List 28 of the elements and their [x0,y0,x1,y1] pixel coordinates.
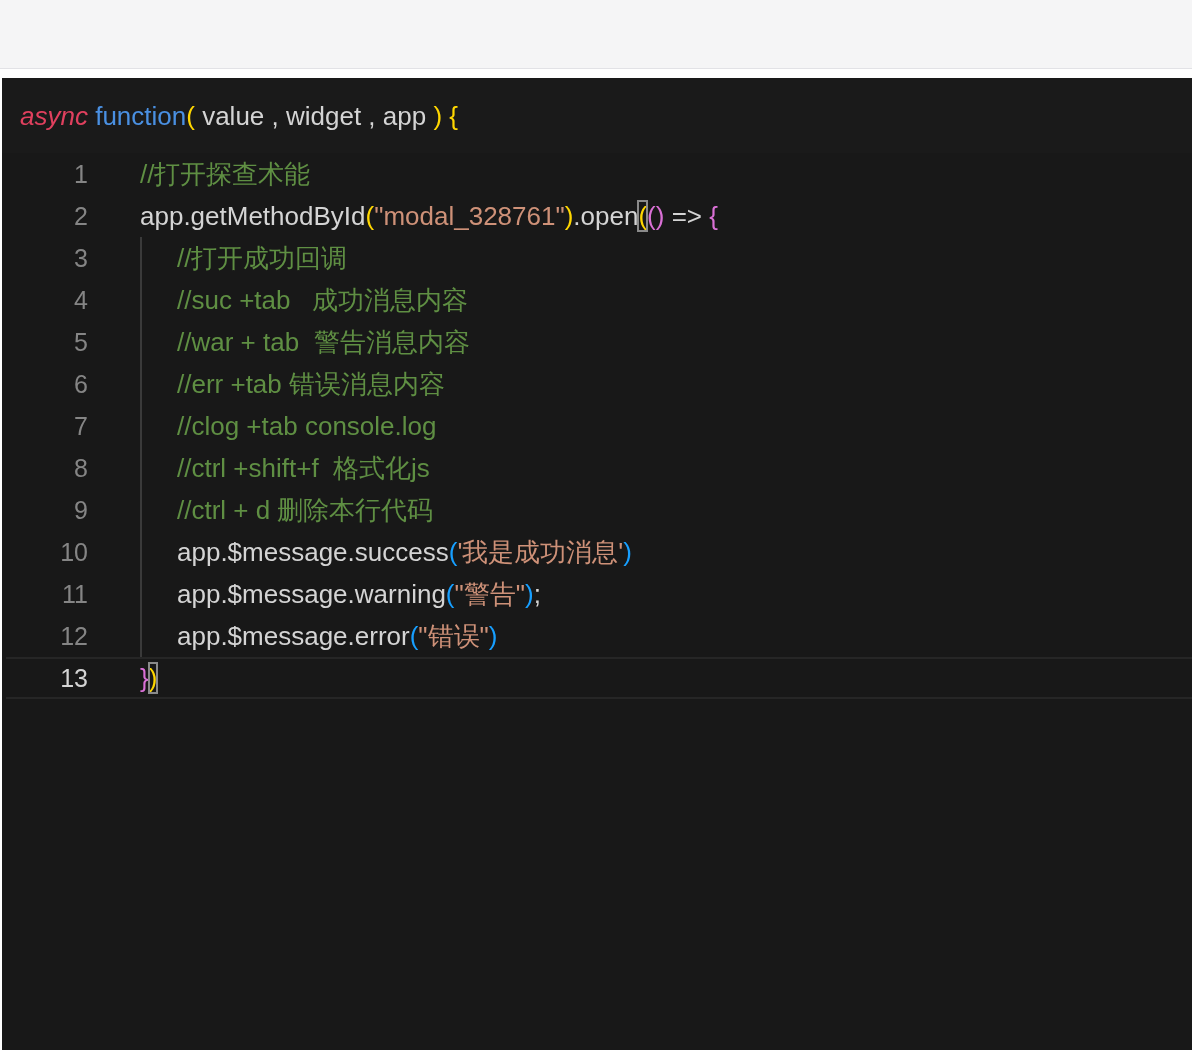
code-line: //suc +tab 成功消息内容 [177,284,469,316]
code-line: app.$message.error("错误") [177,620,498,652]
line-number: 2 [73,201,88,231]
line-number: 10 [59,537,88,567]
line-number: 4 [73,285,88,315]
code-line: //clog +tab console.log [177,410,437,442]
code-line: app.$message.success('我是成功消息') [177,536,632,568]
line-number: 13 [59,663,88,693]
line-number: 6 [73,369,88,399]
line-number: 11 [61,579,88,609]
code-line: app.$message.warning("警告"); [177,578,541,610]
code-line: //err +tab 错误消息内容 [177,368,445,400]
code-line: }) [140,662,158,694]
line-number: 5 [73,327,88,357]
code-line: //war + tab 警告消息内容 [177,326,470,358]
code-line: //ctrl + d 删除本行代码 [177,494,434,526]
line-number: 12 [59,621,88,651]
line-number: 7 [73,411,88,441]
code-editor[interactable] [2,78,1192,1050]
code-line: //打开探查术能 [140,158,311,190]
line-number: 3 [73,243,88,273]
line-number: 8 [73,453,88,483]
code-line: app.getMethodById("modal_328761").open(() => { [140,200,718,232]
line-number: 9 [73,495,88,525]
code-line: //打开成功回调 [177,242,348,274]
line-number: 1 [73,159,88,189]
function-signature: async function( value , widget , app ) { [19,100,459,131]
code-line: //ctrl +shift+f 格式化js [177,452,430,484]
